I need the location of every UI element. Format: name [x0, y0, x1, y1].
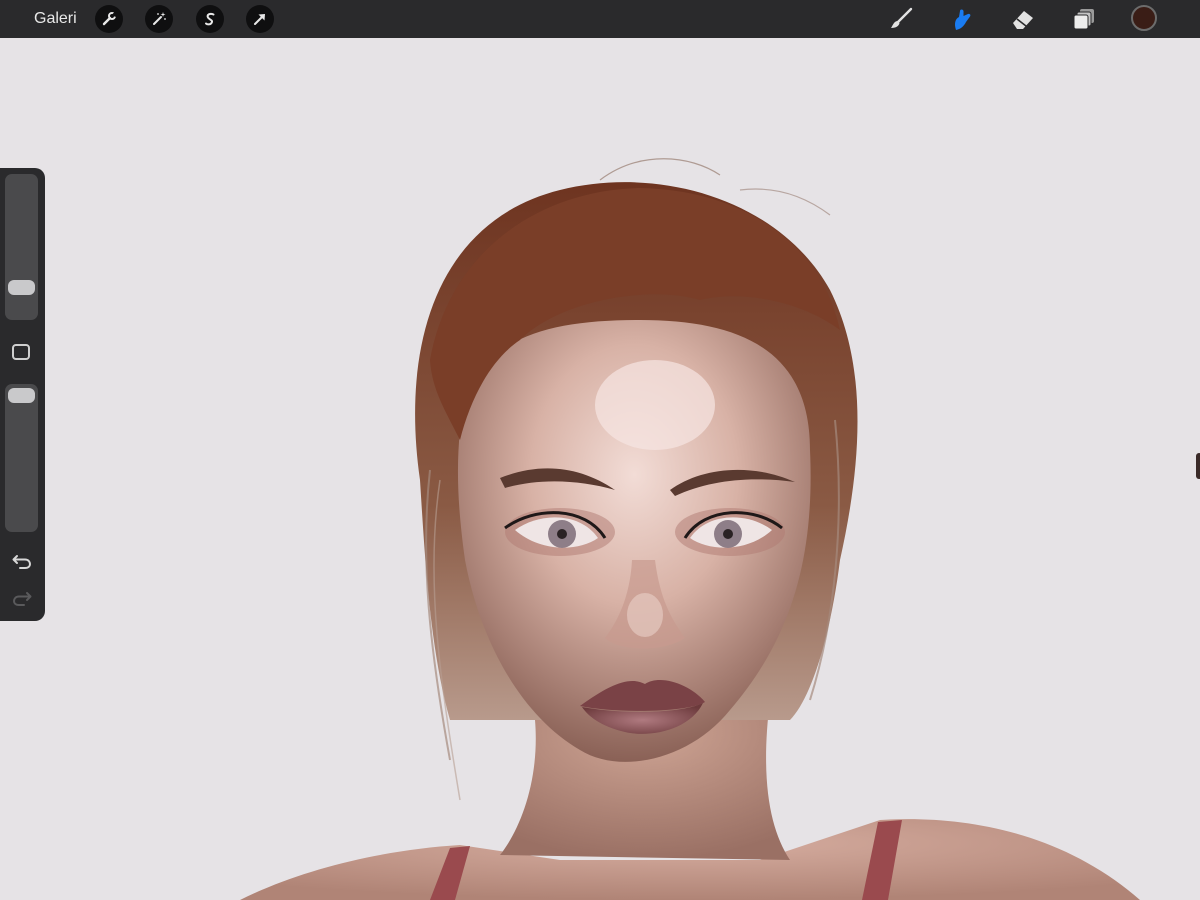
- layers-button[interactable]: [1069, 5, 1099, 33]
- opacity-slider[interactable]: [5, 384, 38, 532]
- redo-button[interactable]: [10, 586, 34, 610]
- opacity-thumb[interactable]: [8, 388, 35, 403]
- smudge-icon: [955, 9, 971, 30]
- brush-size-thumb[interactable]: [8, 280, 35, 295]
- gallery-button[interactable]: Galeri: [34, 10, 77, 28]
- actions-button[interactable]: [95, 5, 123, 33]
- canvas-edge-mark: [1196, 453, 1200, 479]
- transform-button[interactable]: [246, 5, 274, 33]
- portrait-artwork: [0, 38, 1200, 900]
- arrow-transform-icon: [254, 14, 265, 25]
- top-toolbar: Galeri: [0, 0, 1200, 38]
- redo-icon: [12, 592, 32, 606]
- modify-button[interactable]: [12, 344, 30, 360]
- undo-icon: [12, 555, 32, 569]
- brush-icon: [891, 7, 913, 28]
- undo-button[interactable]: [10, 549, 34, 573]
- brush-tool-button[interactable]: [887, 5, 917, 33]
- adjustments-button[interactable]: [145, 5, 173, 33]
- brush-size-slider[interactable]: [5, 174, 38, 320]
- wrench-icon: [102, 12, 117, 26]
- selection-s-icon: [205, 12, 215, 26]
- color-swatch-button[interactable]: [1131, 5, 1157, 31]
- layers-icon: [1073, 9, 1094, 30]
- eraser-icon: [1013, 11, 1033, 29]
- eraser-tool-button[interactable]: [1008, 5, 1038, 33]
- selection-button[interactable]: [196, 5, 224, 33]
- left-sidebar: [0, 168, 45, 621]
- drawing-canvas[interactable]: [0, 38, 1200, 900]
- smudge-tool-button[interactable]: [947, 5, 977, 33]
- magic-wand-icon: [153, 12, 166, 25]
